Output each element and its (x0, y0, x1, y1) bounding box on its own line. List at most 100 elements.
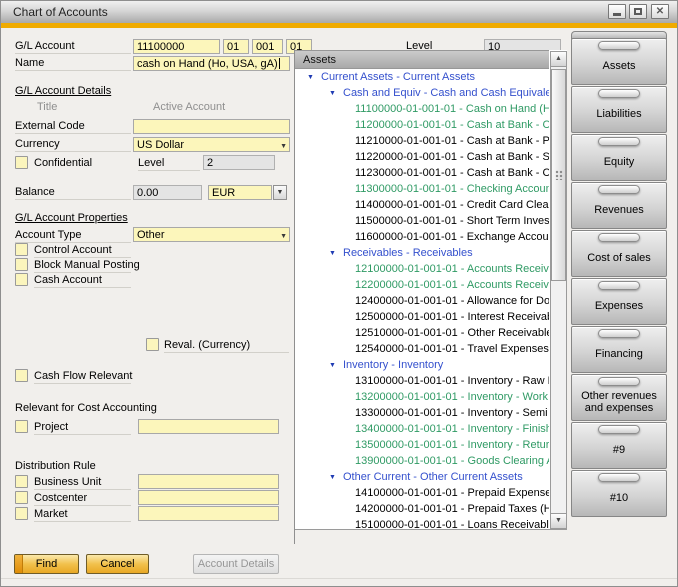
tree-row[interactable]: 13300000-01-001-01 - Inventory - Semi Fi… (295, 405, 549, 421)
name-value: cash on Hand (Ho, USA, gA) (137, 58, 278, 70)
tree-row-label: 13500000-01-001-01 - Inventory - Returns… (355, 439, 549, 451)
drawer-financing[interactable]: Financing (571, 326, 667, 373)
tree-row[interactable]: 11400000-01-001-01 - Credit Card Clearin… (295, 197, 549, 213)
tree-row[interactable]: 11210000-01-001-01 - Cash at Bank - Payr… (295, 133, 549, 149)
tree-row[interactable]: 11100000-01-001-01 - Cash on Hand (HO, U (295, 101, 549, 117)
tree-row[interactable]: 12400000-01-001-01 - Allowance for Doubt… (295, 293, 549, 309)
tree-row[interactable]: 12510000-01-001-01 - Other Receivables (… (295, 325, 549, 341)
project-input[interactable] (138, 419, 279, 434)
tree-row[interactable]: 12500000-01-001-01 - Interest Receivable… (295, 309, 549, 325)
cash-flow-relevant-checkbox[interactable] (15, 369, 28, 382)
business-unit-input[interactable] (138, 474, 279, 489)
drawer-handle-icon (598, 41, 640, 50)
account-type-label: Account Type (15, 229, 131, 243)
gl-account-details-header: G/L Account Details (15, 85, 111, 97)
reval-currency-checkbox[interactable] (146, 338, 159, 351)
tree-row-label: Cash and Equiv - Cash and Cash Equivalen… (343, 87, 549, 99)
tree-row-label: 12200000-01-001-01 - Accounts Receivable… (355, 279, 549, 291)
tree-row[interactable]: 12540000-01-001-01 - Travel Expenses - A… (295, 341, 549, 357)
tree-row[interactable]: ▼Inventory - Inventory (295, 357, 549, 373)
tree-row[interactable]: 13400000-01-001-01 - Inventory - Finishe… (295, 421, 549, 437)
market-input[interactable] (138, 506, 279, 521)
tree-row-label: 11100000-01-001-01 - Cash on Hand (HO, U (355, 103, 549, 115)
drawer-label: Liabilities (593, 108, 644, 120)
market-checkbox[interactable] (15, 507, 28, 520)
collapse-arrow-icon[interactable]: ▼ (329, 246, 343, 261)
tree-row[interactable]: 11300000-01-001-01 - Checking Account Cl… (295, 181, 549, 197)
drawer-liabilities[interactable]: Liabilities (571, 86, 667, 133)
collapse-arrow-icon[interactable]: ▼ (329, 470, 343, 485)
tree-scrollbar-thumb[interactable] (551, 69, 566, 281)
tree-row-label: 11220000-01-001-01 - Cash at Bank - Savi… (355, 151, 549, 163)
gl-account-segment-2[interactable]: 01 (223, 39, 249, 54)
tree-row[interactable]: 14200000-01-001-01 - Prepaid Taxes (HO, … (295, 501, 549, 517)
block-manual-posting-checkbox[interactable] (15, 258, 28, 271)
balance-currency-field[interactable]: EUR (208, 185, 272, 200)
tree-row[interactable]: 12200000-01-001-01 - Accounts Receivable… (295, 277, 549, 293)
drawer--10[interactable]: #10 (571, 470, 667, 517)
drawer-equity[interactable]: Equity (571, 134, 667, 181)
tree-row[interactable]: ▼Cash and Equiv - Cash and Cash Equivale… (295, 85, 549, 101)
drawer-assets[interactable]: Assets (571, 38, 667, 85)
costcenter-input[interactable] (138, 490, 279, 505)
tree-row[interactable]: ▼Other Current - Other Current Assets (295, 469, 549, 485)
drawer-label: Expenses (592, 300, 646, 312)
drawer-cost-of-sales[interactable]: Cost of sales (571, 230, 667, 277)
tree-header: Assets (295, 50, 549, 69)
account-type-dropdown[interactable]: Other▼ (133, 227, 290, 242)
scroll-down-button[interactable]: ▼ (550, 513, 567, 529)
confidential-checkbox[interactable] (15, 156, 28, 169)
tree-row[interactable]: ▼Receivables - Receivables (295, 245, 549, 261)
business-unit-label: Business Unit (34, 476, 131, 490)
balance-currency-dropdown-button[interactable]: ▼ (273, 185, 287, 200)
maximize-button[interactable] (629, 4, 647, 19)
gl-account-segment-1[interactable]: 11100000 (133, 39, 220, 54)
minimize-button[interactable] (608, 4, 626, 19)
gl-account-segment-3[interactable]: 001 (252, 39, 283, 54)
gl-account-label: G/L Account (15, 40, 131, 54)
tree-row[interactable]: 12100000-01-001-01 - Accounts Receivable… (295, 261, 549, 277)
tree-row-label: 11500000-01-001-01 - Short Term Investme… (355, 215, 549, 227)
tree-row[interactable]: 13100000-01-001-01 - Inventory - Raw Mat… (295, 373, 549, 389)
tree-row[interactable]: 13500000-01-001-01 - Inventory - Returns… (295, 437, 549, 453)
business-unit-checkbox[interactable] (15, 475, 28, 488)
market-label: Market (34, 508, 131, 522)
drawer--9[interactable]: #9 (571, 422, 667, 469)
tree-row[interactable]: 11230000-01-001-01 - Cash at Bank - Cred… (295, 165, 549, 181)
drawer-other-revenues-and-expenses[interactable]: Other revenues and expenses (571, 374, 667, 421)
tree-row-label: 11230000-01-001-01 - Cash at Bank - Cred… (355, 167, 549, 179)
drawer-expenses[interactable]: Expenses (571, 278, 667, 325)
currency-dropdown[interactable]: US Dollar▼ (133, 137, 290, 152)
cash-account-checkbox[interactable] (15, 273, 28, 286)
external-code-input[interactable] (133, 119, 290, 134)
tree-row[interactable]: 15100000-01-001-01 - Loans Receivable - … (295, 517, 549, 529)
tree-row-label: 12100000-01-001-01 - Accounts Receivable… (355, 263, 549, 275)
drawer-revenues[interactable]: Revenues (571, 182, 667, 229)
control-account-checkbox[interactable] (15, 243, 28, 256)
scroll-up-button[interactable]: ▲ (550, 51, 567, 67)
account-details-button[interactable]: Account Details (193, 554, 279, 574)
find-button[interactable]: Find (14, 554, 79, 574)
tree-row[interactable]: 11600000-01-001-01 - Exchange Account (H (295, 229, 549, 245)
tree-row[interactable]: 11220000-01-001-01 - Cash at Bank - Savi… (295, 149, 549, 165)
tree-row[interactable]: 11500000-01-001-01 - Short Term Investme… (295, 213, 549, 229)
tree-row[interactable]: ▼Current Assets - Current Assets (295, 69, 549, 85)
costcenter-label: Costcenter (34, 492, 131, 506)
collapse-arrow-icon[interactable]: ▼ (307, 70, 321, 85)
tree-row-label: 13200000-01-001-01 - Inventory - Work In (355, 391, 549, 403)
close-button[interactable]: ✕ (651, 4, 669, 19)
collapse-arrow-icon[interactable]: ▼ (329, 358, 343, 373)
collapse-arrow-icon[interactable]: ▼ (329, 86, 343, 101)
name-input[interactable]: cash on Hand (Ho, USA, gA) (133, 56, 290, 71)
tree-row[interactable]: 14100000-01-001-01 - Prepaid Expenses (H… (295, 485, 549, 501)
costcenter-checkbox[interactable] (15, 491, 28, 504)
currency-value: US Dollar (137, 139, 184, 151)
project-checkbox[interactable] (15, 420, 28, 433)
tree-row[interactable]: 11200000-01-001-01 - Cash at Bank - Chec… (295, 117, 549, 133)
tree-row[interactable]: 13200000-01-001-01 - Inventory - Work In (295, 389, 549, 405)
title-option-label: Title (37, 101, 57, 115)
tree-row[interactable]: 13900000-01-001-01 - Goods Clearing Acco… (295, 453, 549, 469)
close-icon: ✕ (652, 5, 668, 18)
drawer-handle-icon (598, 329, 640, 338)
cancel-button[interactable]: Cancel (86, 554, 149, 574)
